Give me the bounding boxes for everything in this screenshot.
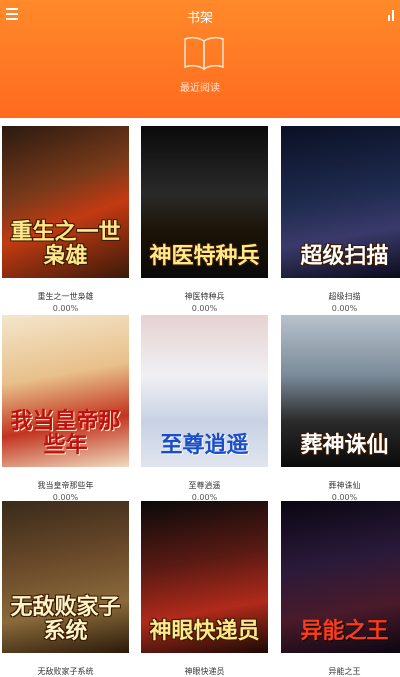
book-title: 神医特种兵 bbox=[184, 292, 225, 301]
book-cover[interactable]: 重生之一世枭雄 bbox=[2, 126, 129, 278]
book-title: 重生之一世枭雄 bbox=[37, 292, 94, 301]
book-cover[interactable]: 葬神诛仙 bbox=[281, 315, 400, 467]
book-cover[interactable]: 异能之王 bbox=[281, 501, 400, 653]
book-cover[interactable]: 超级扫描 bbox=[281, 126, 400, 278]
cover-title: 无敌败家子系统 bbox=[10, 594, 121, 644]
recent-reading-label[interactable]: 最近阅读 bbox=[0, 79, 400, 94]
cover-title: 超级扫描 bbox=[300, 243, 389, 269]
book-cover[interactable]: 神眼快递员 bbox=[141, 501, 268, 653]
book-title: 异能之王 bbox=[328, 667, 361, 676]
book-cover[interactable]: 至尊逍遥 bbox=[141, 315, 268, 467]
book-title: 葬神诛仙 bbox=[328, 481, 361, 490]
cover-title: 神医特种兵 bbox=[149, 243, 260, 269]
book-title: 我当皇帝那些年 bbox=[37, 481, 94, 490]
cover-title: 异能之王 bbox=[300, 618, 389, 644]
cover-title: 葬神诛仙 bbox=[300, 432, 389, 458]
book-title: 无敌败家子系统 bbox=[37, 667, 94, 676]
cover-title: 神眼快递员 bbox=[149, 618, 260, 644]
stats-icon[interactable] bbox=[388, 9, 398, 21]
book-cover[interactable]: 我当皇帝那些年 bbox=[2, 315, 129, 467]
book-progress: 0.00% bbox=[191, 304, 218, 313]
page-title: 书架 bbox=[186, 11, 213, 26]
top-header: 书架 最近阅读 bbox=[0, 0, 400, 118]
book-progress: 0.00% bbox=[331, 304, 358, 313]
book-title: 至尊逍遥 bbox=[188, 481, 221, 490]
book-cover[interactable]: 无敌败家子系统 bbox=[2, 501, 129, 653]
book-title: 超级扫描 bbox=[328, 292, 361, 301]
book-progress: 0.00% bbox=[52, 304, 79, 313]
book-cover[interactable]: 神医特种兵 bbox=[141, 126, 268, 278]
book-title: 神眼快递员 bbox=[184, 667, 225, 676]
book-open-icon[interactable] bbox=[182, 35, 226, 71]
cover-title: 至尊逍遥 bbox=[160, 432, 249, 458]
cover-title: 我当皇帝那些年 bbox=[10, 408, 121, 458]
cover-title: 重生之一世枭雄 bbox=[10, 219, 121, 269]
